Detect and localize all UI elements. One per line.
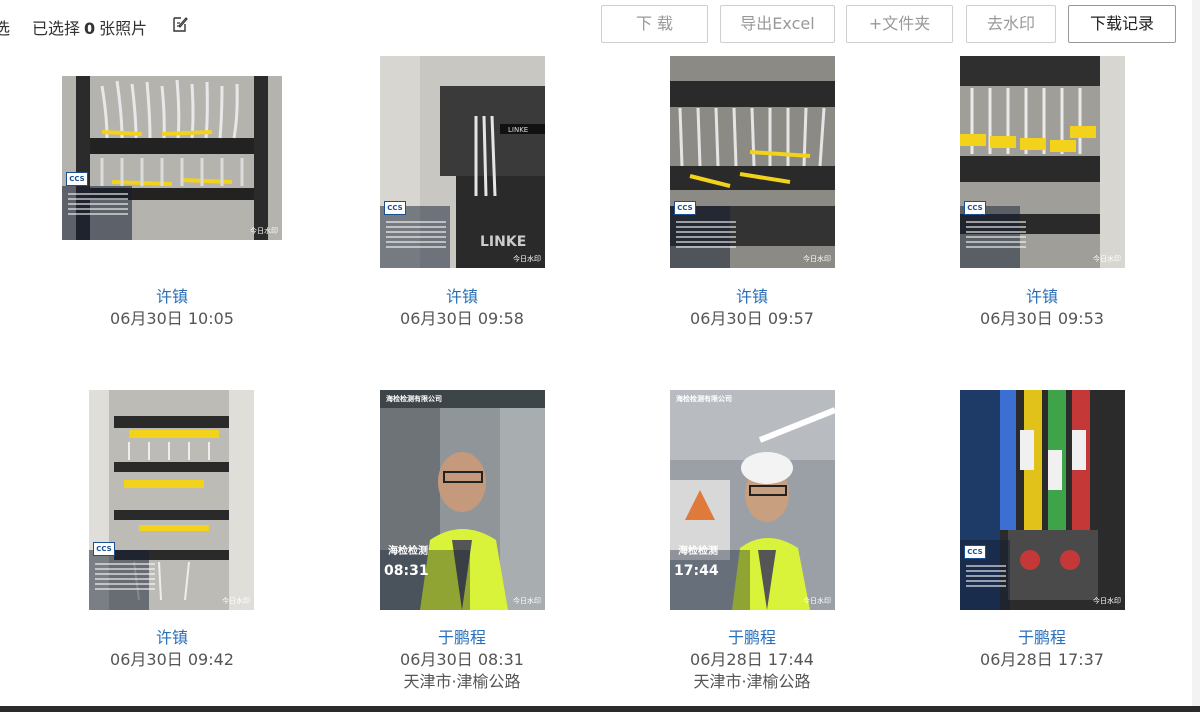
select-all-checkbox-label[interactable]: 选	[0, 15, 10, 39]
photo-thumbnail[interactable]: CCS 今日水印	[670, 56, 835, 268]
photo-time: 06月30日 09:57	[690, 309, 814, 328]
add-folder-button[interactable]: +文件夹	[846, 5, 953, 43]
company-label: 海检检测有限公司	[676, 395, 732, 403]
watermark-label: 今日水印	[222, 597, 250, 605]
watermark-label: 今日水印	[803, 255, 831, 263]
ccs-logo: CCS	[964, 545, 986, 559]
edit-icon[interactable]	[170, 14, 190, 34]
photo-thumbnail[interactable]: LINKE LINKE CCS 今日水印	[380, 56, 545, 268]
photo-time: 06月30日 10:05	[110, 309, 234, 328]
selected-count: 0	[84, 19, 96, 38]
info-lines	[68, 190, 128, 218]
download-history-button[interactable]: 下载记录	[1068, 5, 1176, 43]
photo-thumbnail[interactable]: CCS 今日水印	[960, 56, 1125, 268]
photo-thumbnail[interactable]: CCS 今日水印	[62, 76, 282, 240]
taskbar-edge	[0, 706, 1200, 712]
ccs-logo: CCS	[66, 172, 88, 186]
photo-thumbnail[interactable]: 海检检测有限公司 08:31 海检检测 今日水印	[380, 390, 545, 610]
photo-time: 06月28日 17:44	[690, 650, 814, 669]
info-lines	[676, 218, 736, 251]
info-lines	[966, 218, 1026, 251]
brand-label: 海检检测	[388, 546, 428, 557]
svg-text:LINKE: LINKE	[480, 234, 526, 250]
uploader-name[interactable]: 许镇	[42, 624, 302, 648]
info-lines	[95, 560, 155, 593]
brand-label: 海检检测	[678, 546, 718, 557]
watermark-label: 今日水印	[513, 255, 541, 263]
photo-location: 天津市·津榆公路	[693, 672, 811, 691]
download-button[interactable]: 下 载	[601, 5, 708, 43]
photo-thumbnail[interactable]: CCS 今日水印	[89, 390, 254, 610]
watermark-label: 今日水印	[250, 227, 278, 235]
stamp-time: 08:31	[384, 563, 429, 579]
photo-time: 06月30日 09:53	[980, 309, 1104, 328]
photo-time: 06月30日 08:31	[400, 650, 524, 669]
info-lines	[966, 562, 1006, 590]
ccs-logo: CCS	[674, 201, 696, 215]
photo-time: 06月28日 17:37	[980, 650, 1104, 669]
top-toolbar: 选 已选择 0 张照片 下 载 导出Excel +文件夹 去水印 下载记录	[0, 0, 1200, 50]
export-excel-button[interactable]: 导出Excel	[720, 5, 835, 43]
photo-location: 天津市·津榆公路	[403, 672, 521, 691]
stamp-time: 17:44	[674, 563, 719, 579]
company-label: 海检检测有限公司	[386, 395, 442, 403]
selected-prefix: 已选择	[32, 19, 81, 38]
scrollbar-track[interactable]	[1192, 0, 1200, 712]
uploader-name[interactable]: 于鹏程	[622, 624, 882, 648]
uploader-name[interactable]: 许镇	[332, 283, 592, 307]
svg-text:LINKE: LINKE	[508, 126, 528, 134]
selection-status: 已选择 0 张照片	[32, 15, 147, 39]
info-lines	[386, 218, 446, 251]
selected-suffix: 张照片	[99, 19, 148, 38]
uploader-name[interactable]: 许镇	[912, 283, 1172, 307]
watermark-label: 今日水印	[513, 597, 541, 605]
photo-thumbnail[interactable]: 海检检测有限公司 17:44 海检检测 今日水印	[670, 390, 835, 610]
photo-time: 06月30日 09:42	[110, 650, 234, 669]
ccs-logo: CCS	[93, 542, 115, 556]
uploader-name[interactable]: 许镇	[42, 283, 302, 307]
watermark-label: 今日水印	[803, 597, 831, 605]
uploader-name[interactable]: 许镇	[622, 283, 882, 307]
uploader-name[interactable]: 于鹏程	[332, 624, 592, 648]
photo-thumbnail[interactable]: CCS 今日水印	[960, 390, 1125, 610]
uploader-name[interactable]: 于鹏程	[912, 624, 1172, 648]
watermark-label: 今日水印	[1093, 597, 1121, 605]
remove-watermark-button[interactable]: 去水印	[966, 5, 1056, 43]
watermark-label: 今日水印	[1093, 255, 1121, 263]
photo-time: 06月30日 09:58	[400, 309, 524, 328]
ccs-logo: CCS	[384, 201, 406, 215]
ccs-logo: CCS	[964, 201, 986, 215]
